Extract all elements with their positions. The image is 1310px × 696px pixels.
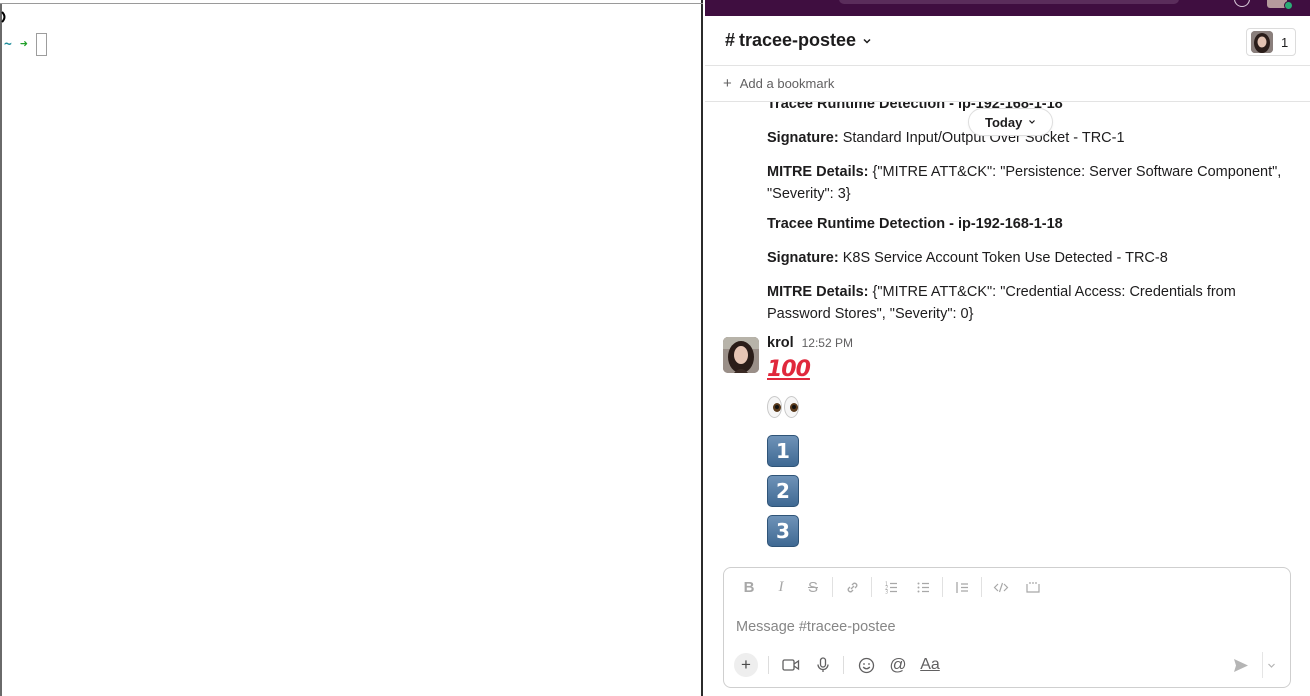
plus-icon: +: [723, 75, 732, 92]
channel-header: # tracee-postee 1: [705, 16, 1310, 66]
code-block-icon[interactable]: [1020, 574, 1046, 600]
presence-indicator-icon: [1284, 1, 1293, 10]
italic-icon[interactable]: I: [768, 574, 794, 600]
prompt-tilde: ~: [4, 36, 12, 52]
chevron-down-icon: [863, 38, 871, 44]
message-bold: Signature:: [767, 130, 839, 146]
message-line: Tracee Runtime Detection - ip-192-168-1-…: [767, 213, 1292, 235]
chevron-down-icon[interactable]: [1262, 652, 1280, 678]
date-divider-label: Today: [985, 114, 1023, 130]
author-avatar-image: [723, 337, 759, 373]
chevron-down-icon: [1029, 120, 1036, 124]
terminal-window[interactable]: ~ ➜: [0, 0, 703, 696]
terminal-top-border: [0, 3, 703, 4]
terminal-cursor[interactable]: [35, 32, 47, 56]
toolbar-divider: [832, 577, 833, 597]
channel-name-button[interactable]: # tracee-postee: [725, 30, 872, 51]
workspace-search-bar[interactable]: [839, 0, 1179, 4]
composer-actions: + @ Aa: [732, 650, 1284, 680]
keycap-three-emoji-icon: 3: [767, 515, 799, 547]
send-icon[interactable]: [1228, 652, 1254, 678]
emoji-icon[interactable]: [852, 651, 880, 679]
bold-icon[interactable]: B: [736, 574, 762, 600]
author-name[interactable]: krol: [767, 335, 794, 351]
action-divider: [843, 656, 844, 674]
message-list: Tracee Runtime Detection - ip-192-168-1-…: [705, 102, 1310, 566]
blockquote-icon[interactable]: [949, 574, 975, 600]
strikethrough-icon[interactable]: S: [800, 574, 826, 600]
keycap-one-emoji-icon: 1: [767, 435, 799, 467]
mention-icon[interactable]: @: [884, 651, 912, 679]
message-header: krol 12:52 PM: [767, 335, 853, 351]
add-bookmark-label: Add a bookmark: [739, 76, 835, 91]
message-bold: MITRE Details:: [767, 284, 869, 300]
message-timestamp[interactable]: 12:52 PM: [802, 336, 853, 350]
terminal-partial-glyph-icon: [1, 11, 6, 23]
message-text: K8S Service Account Token Use Detected -…: [838, 250, 1168, 266]
toolbar-divider: [871, 577, 872, 597]
bulleted-list-icon[interactable]: [910, 574, 936, 600]
terminal-left-border: [0, 4, 2, 696]
hundred-points-emoji-icon: 100: [767, 357, 811, 382]
message-input[interactable]: [736, 616, 1276, 638]
message-line: MITRE Details: {"MITRE ATT&CK": "Credent…: [767, 281, 1292, 325]
eyes-emoji-icon: [767, 396, 799, 418]
code-icon[interactable]: [988, 574, 1014, 600]
message-bold: Signature:: [767, 250, 839, 266]
link-icon[interactable]: [839, 574, 865, 600]
message-line: MITRE Details: {"MITRE ATT&CK": "Persist…: [767, 161, 1292, 205]
member-count: 1: [1281, 34, 1289, 50]
eye-left: [767, 396, 782, 418]
slack-window: # tracee-postee 1 + Add a bookmark Trace…: [705, 0, 1310, 696]
svg-text:3: 3: [885, 589, 888, 595]
member-avatar-image: [1251, 31, 1273, 53]
formatting-icon[interactable]: Aa: [916, 651, 944, 679]
action-divider: [768, 656, 769, 674]
message-bold: Tracee Runtime Detection - ip-192-168-1-…: [767, 216, 1063, 232]
eye-right: [784, 396, 799, 418]
channel-hash-icon: #: [725, 30, 736, 50]
toolbar-divider: [942, 577, 943, 597]
prompt-arrow-icon: ➜: [19, 36, 28, 52]
microphone-icon[interactable]: [809, 651, 837, 679]
toolbar-divider: [981, 577, 982, 597]
message-line: Signature: K8S Service Account Token Use…: [767, 247, 1292, 269]
date-divider-button[interactable]: Today: [968, 108, 1054, 136]
plus-icon[interactable]: +: [734, 653, 758, 677]
message-bold: MITRE Details:: [767, 164, 869, 180]
terminal-prompt: ~ ➜: [4, 32, 47, 56]
formatting-toolbar: B I S 123: [724, 568, 1290, 606]
author-avatar[interactable]: [723, 337, 759, 373]
screen: ~ ➜ # tracee-postee 1 + Add a bookmark T…: [0, 0, 1310, 696]
member-avatar: [1251, 31, 1273, 53]
message-composer: B I S 123 Message #tracee-postee + @ Aa: [723, 567, 1291, 688]
slack-top-bar: [705, 0, 1310, 16]
add-bookmark-button[interactable]: + Add a bookmark: [705, 66, 1310, 102]
video-icon[interactable]: [777, 651, 805, 679]
keycap-two-emoji-icon: 2: [767, 475, 799, 507]
channel-name: tracee-postee: [739, 30, 857, 50]
help-icon[interactable]: [1234, 0, 1250, 7]
ordered-list-icon[interactable]: 123: [878, 574, 904, 600]
members-button[interactable]: 1: [1246, 28, 1296, 56]
